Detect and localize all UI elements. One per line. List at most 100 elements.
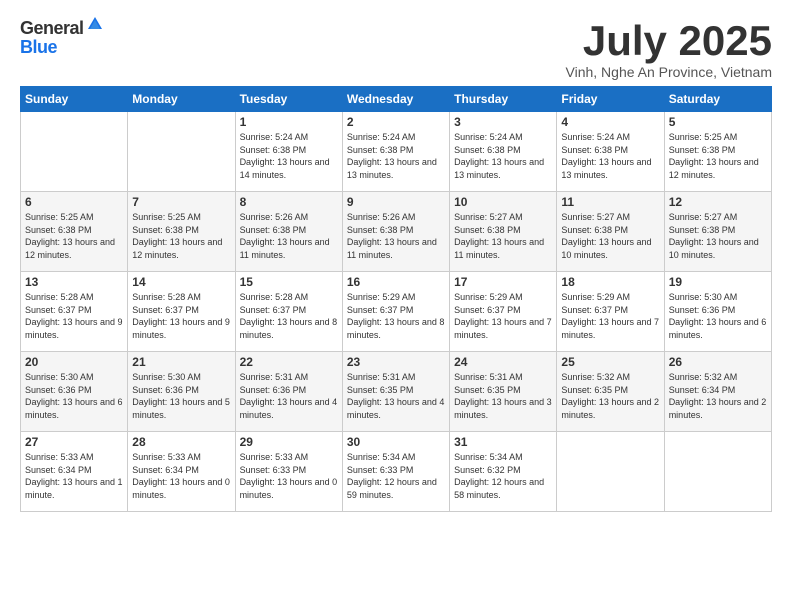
day-info: Sunrise: 5:29 AMSunset: 6:37 PMDaylight:… [454,291,552,341]
calendar-cell: 5 Sunrise: 5:25 AMSunset: 6:38 PMDaylight… [664,112,771,192]
day-number: 19 [669,275,767,289]
day-header: Wednesday [342,87,449,112]
day-info: Sunrise: 5:25 AMSunset: 6:38 PMDaylight:… [25,211,123,261]
day-info: Sunrise: 5:26 AMSunset: 6:38 PMDaylight:… [347,211,445,261]
day-number: 24 [454,355,552,369]
calendar-cell: 3 Sunrise: 5:24 AMSunset: 6:38 PMDaylight… [450,112,557,192]
calendar-cell: 14Sunrise: 5:28 AMSunset: 6:37 PMDayligh… [128,272,235,352]
day-info: Sunrise: 5:28 AMSunset: 6:37 PMDaylight:… [240,291,338,341]
logo-blue: Blue [20,37,57,57]
calendar-cell: 21Sunrise: 5:30 AMSunset: 6:36 PMDayligh… [128,352,235,432]
day-number: 15 [240,275,338,289]
calendar-cell: 25Sunrise: 5:32 AMSunset: 6:35 PMDayligh… [557,352,664,432]
calendar-cell: 12Sunrise: 5:27 AMSunset: 6:38 PMDayligh… [664,192,771,272]
calendar-cell: 31 Sunrise: 5:34 AMSunset: 6:32 PMDayligh… [450,432,557,512]
day-info: Sunrise: 5:25 AMSunset: 6:38 PMDaylight:… [132,211,230,261]
day-number: 22 [240,355,338,369]
calendar-cell: 30 Sunrise: 5:34 AMSunset: 6:33 PMDayligh… [342,432,449,512]
day-number: 17 [454,275,552,289]
calendar-cell: 2 Sunrise: 5:24 AMSunset: 6:38 PMDaylight… [342,112,449,192]
calendar-cell: 1Sunrise: 5:24 AMSunset: 6:38 PMDaylight… [235,112,342,192]
day-header: Thursday [450,87,557,112]
day-info: Sunrise: 5:24 AMSunset: 6:38 PMDaylight:… [454,131,552,181]
calendar-cell: 24 Sunrise: 5:31 AMSunset: 6:35 PMDayligh… [450,352,557,432]
day-info: Sunrise: 5:32 AMSunset: 6:35 PMDaylight:… [561,371,659,421]
day-info: Sunrise: 5:25 AMSunset: 6:38 PMDaylight:… [669,131,767,181]
day-info: Sunrise: 5:28 AMSunset: 6:37 PMDaylight:… [25,291,123,341]
day-header: Sunday [21,87,128,112]
day-info: Sunrise: 5:29 AMSunset: 6:37 PMDaylight:… [347,291,445,341]
day-info: Sunrise: 5:30 AMSunset: 6:36 PMDaylight:… [669,291,767,341]
title-location: Vinh, Nghe An Province, Vietnam [566,64,773,80]
day-number: 2 [347,115,445,129]
day-info: Sunrise: 5:30 AMSunset: 6:36 PMDaylight:… [25,371,123,421]
calendar-cell: 6 Sunrise: 5:25 AMSunset: 6:38 PMDaylight… [21,192,128,272]
day-header: Saturday [664,87,771,112]
day-info: Sunrise: 5:31 AMSunset: 6:36 PMDaylight:… [240,371,338,421]
day-info: Sunrise: 5:33 AMSunset: 6:33 PMDaylight:… [240,451,338,501]
day-number: 5 [669,115,767,129]
day-info: Sunrise: 5:31 AMSunset: 6:35 PMDaylight:… [347,371,445,421]
calendar-cell: 16 Sunrise: 5:29 AMSunset: 6:37 PMDayligh… [342,272,449,352]
day-number: 13 [25,275,123,289]
day-info: Sunrise: 5:27 AMSunset: 6:38 PMDaylight:… [669,211,767,261]
day-info: Sunrise: 5:27 AMSunset: 6:38 PMDaylight:… [454,211,552,261]
title-month: July 2025 [566,18,773,64]
day-info: Sunrise: 5:32 AMSunset: 6:34 PMDaylight:… [669,371,767,421]
calendar-cell: 26 Sunrise: 5:32 AMSunset: 6:34 PMDayligh… [664,352,771,432]
day-number: 6 [25,195,123,209]
day-number: 31 [454,435,552,449]
day-number: 29 [240,435,338,449]
day-header: Tuesday [235,87,342,112]
day-info: Sunrise: 5:27 AMSunset: 6:38 PMDaylight:… [561,211,659,261]
calendar-cell: 8Sunrise: 5:26 AMSunset: 6:38 PMDaylight… [235,192,342,272]
day-number: 8 [240,195,338,209]
day-info: Sunrise: 5:31 AMSunset: 6:35 PMDaylight:… [454,371,552,421]
day-number: 20 [25,355,123,369]
header: General Blue July 2025 Vinh, Nghe An Pro… [20,18,772,80]
calendar-cell: 27 Sunrise: 5:33 AMSunset: 6:34 PMDayligh… [21,432,128,512]
calendar-cell: 18 Sunrise: 5:29 AMSunset: 6:37 PMDayligh… [557,272,664,352]
day-info: Sunrise: 5:34 AMSunset: 6:32 PMDaylight:… [454,451,552,501]
calendar-cell [664,432,771,512]
title-block: July 2025 Vinh, Nghe An Province, Vietna… [566,18,773,80]
day-info: Sunrise: 5:24 AMSunset: 6:38 PMDaylight:… [347,131,445,181]
day-number: 18 [561,275,659,289]
day-number: 27 [25,435,123,449]
day-number: 3 [454,115,552,129]
calendar-cell [128,112,235,192]
page: General Blue July 2025 Vinh, Nghe An Pro… [0,0,792,612]
calendar-cell: 17 Sunrise: 5:29 AMSunset: 6:37 PMDayligh… [450,272,557,352]
calendar-cell: 7 Sunrise: 5:25 AMSunset: 6:38 PMDaylight… [128,192,235,272]
calendar-cell: 29 Sunrise: 5:33 AMSunset: 6:33 PMDayligh… [235,432,342,512]
calendar-table: SundayMondayTuesdayWednesdayThursdayFrid… [20,86,772,512]
day-number: 7 [132,195,230,209]
logo: General Blue [20,18,104,58]
day-number: 16 [347,275,445,289]
calendar-cell: 11 Sunrise: 5:27 AMSunset: 6:38 PMDayligh… [557,192,664,272]
calendar-cell: 20 Sunrise: 5:30 AMSunset: 6:36 PMDayligh… [21,352,128,432]
logo-general: General [20,18,84,39]
day-info: Sunrise: 5:33 AMSunset: 6:34 PMDaylight:… [25,451,123,501]
day-number: 1 [240,115,338,129]
day-number: 11 [561,195,659,209]
calendar-cell: 28Sunrise: 5:33 AMSunset: 6:34 PMDayligh… [128,432,235,512]
day-header: Monday [128,87,235,112]
day-number: 4 [561,115,659,129]
calendar-cell: 9 Sunrise: 5:26 AMSunset: 6:38 PMDaylight… [342,192,449,272]
calendar-cell: 13 Sunrise: 5:28 AMSunset: 6:37 PMDayligh… [21,272,128,352]
day-number: 10 [454,195,552,209]
calendar-cell: 4Sunrise: 5:24 AMSunset: 6:38 PMDaylight… [557,112,664,192]
logo-icon [86,15,104,33]
day-info: Sunrise: 5:29 AMSunset: 6:37 PMDaylight:… [561,291,659,341]
day-info: Sunrise: 5:28 AMSunset: 6:37 PMDaylight:… [132,291,230,341]
day-info: Sunrise: 5:34 AMSunset: 6:33 PMDaylight:… [347,451,445,501]
day-number: 9 [347,195,445,209]
calendar-cell: 19 Sunrise: 5:30 AMSunset: 6:36 PMDayligh… [664,272,771,352]
calendar-cell: 23Sunrise: 5:31 AMSunset: 6:35 PMDayligh… [342,352,449,432]
calendar-cell [21,112,128,192]
day-number: 26 [669,355,767,369]
day-number: 21 [132,355,230,369]
calendar-cell: 10 Sunrise: 5:27 AMSunset: 6:38 PMDayligh… [450,192,557,272]
day-number: 30 [347,435,445,449]
